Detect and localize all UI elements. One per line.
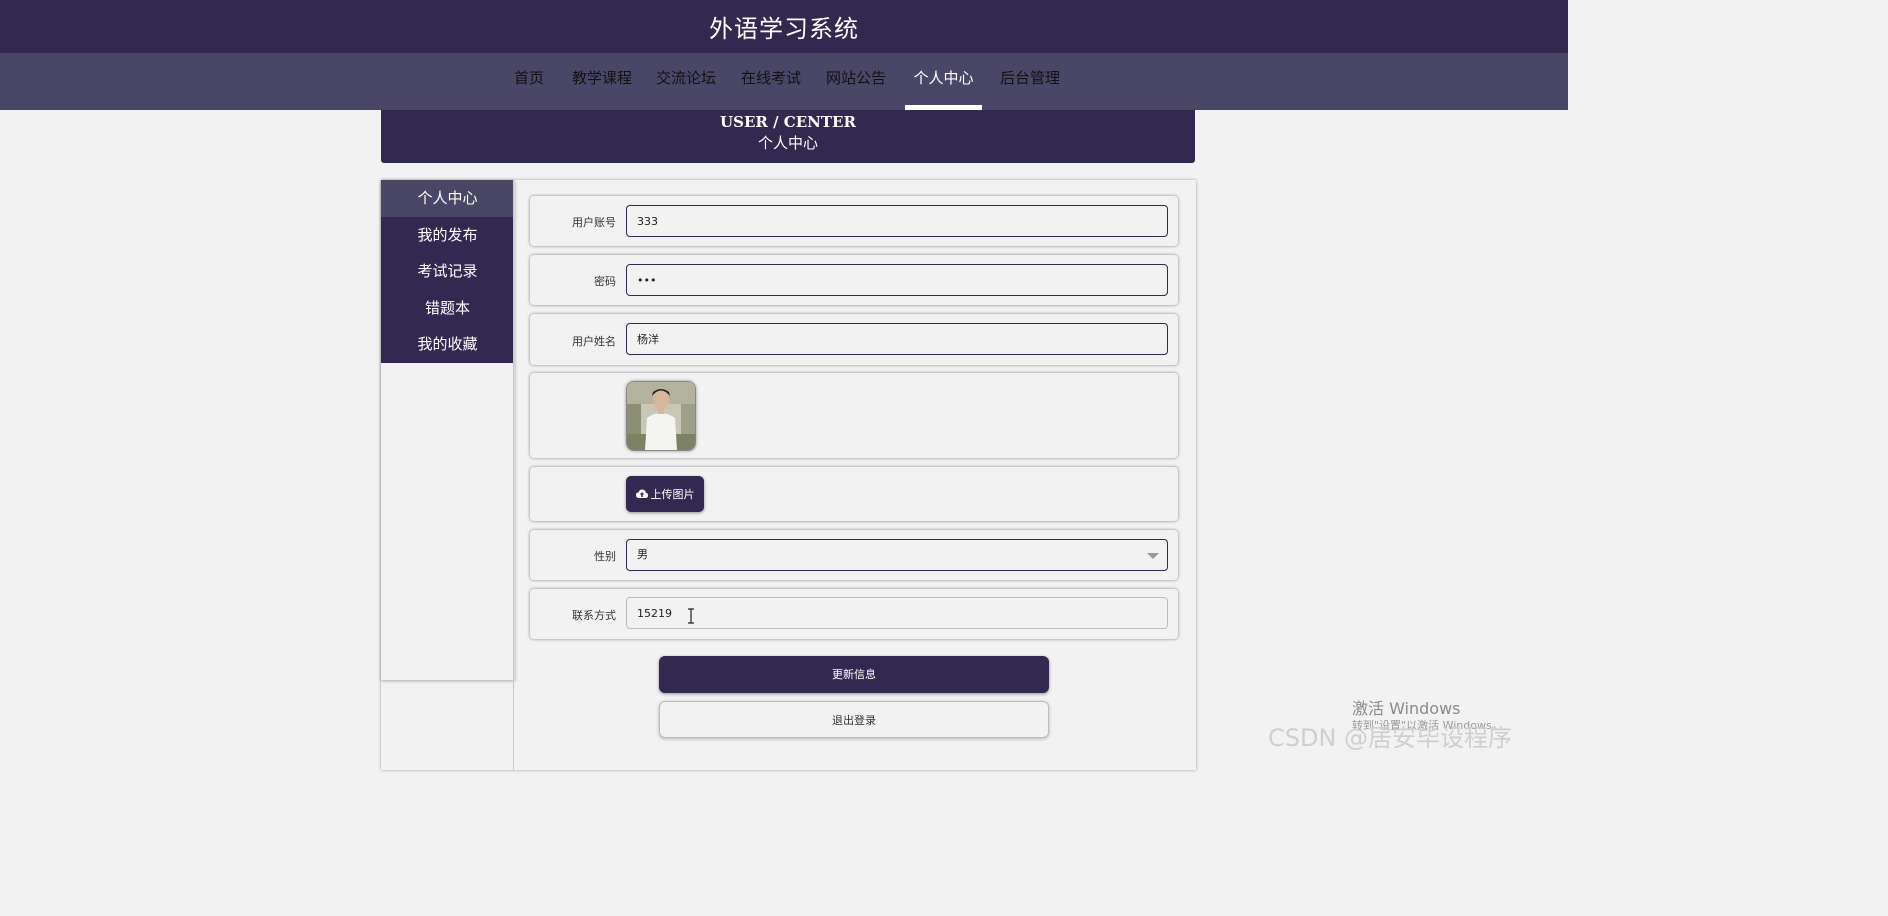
panel-divider <box>513 180 514 770</box>
contact-label: 联系方式 <box>572 609 616 622</box>
form-row-gender: 性别 男 <box>530 530 1178 580</box>
chevron-down-icon <box>1147 553 1159 559</box>
banner-title-cn: 个人中心 <box>757 134 818 152</box>
nav-announcements[interactable]: 网站公告 <box>820 53 892 110</box>
form-row-contact: 联系方式 <box>530 589 1178 639</box>
nav-user-center[interactable]: 个人中心 <box>905 53 982 110</box>
sidebar-item-wrong-questions[interactable]: 错题本 <box>381 290 514 327</box>
banner-title-en: USER / CENTER <box>720 113 856 131</box>
account-label: 用户账号 <box>572 216 616 229</box>
sidebar-menu: 个人中心 我的发布 考试记录 错题本 我的收藏 <box>381 180 514 363</box>
account-input[interactable] <box>626 205 1168 237</box>
cloud-upload-icon <box>635 489 648 498</box>
avatar-image[interactable] <box>626 381 696 451</box>
gender-select[interactable]: 男 <box>626 539 1168 571</box>
logout-button[interactable]: 退出登录 <box>659 701 1049 738</box>
main-nav: 首页 教学课程 交流论坛 在线考试 网站公告 个人中心 后台管理 <box>0 53 1568 110</box>
form-row-password: 密码 <box>530 255 1178 305</box>
upload-image-button[interactable]: 上传图片 <box>626 476 704 512</box>
form-row-account: 用户账号 <box>530 196 1178 246</box>
windows-activation-title: 激活 Windows <box>1352 699 1461 718</box>
nav-exam[interactable]: 在线考试 <box>735 53 807 110</box>
nav-home[interactable]: 首页 <box>505 53 553 110</box>
password-label: 密码 <box>594 275 616 288</box>
gender-value: 男 <box>637 548 648 561</box>
user-center-panel: 个人中心 我的发布 考试记录 错题本 我的收藏 用户账号 密码 用户姓名 <box>381 180 1196 770</box>
form-row-upload: 上传图片 <box>530 467 1178 521</box>
sidebar-item-favorites[interactable]: 我的收藏 <box>381 326 514 363</box>
password-input[interactable] <box>626 264 1168 296</box>
nav-courses[interactable]: 教学课程 <box>566 53 638 110</box>
nav-admin[interactable]: 后台管理 <box>994 53 1066 110</box>
form-row-name: 用户姓名 <box>530 314 1178 365</box>
gender-label: 性别 <box>594 550 616 563</box>
nav-forum[interactable]: 交流论坛 <box>650 53 722 110</box>
csdn-watermark: CSDN @居安毕设程序 <box>1268 724 1513 752</box>
app-title: 外语学习系统 <box>709 15 859 43</box>
app-title-bar: 外语学习系统 <box>0 0 1568 53</box>
upload-label: 上传图片 <box>650 488 695 501</box>
contact-input[interactable] <box>626 597 1168 629</box>
page-banner: USER / CENTER 个人中心 <box>381 110 1195 163</box>
name-input[interactable] <box>626 323 1168 355</box>
sidebar-item-my-posts[interactable]: 我的发布 <box>381 217 514 254</box>
text-cursor-icon <box>688 608 694 624</box>
update-info-button[interactable]: 更新信息 <box>659 656 1049 693</box>
sidebar-item-user-center[interactable]: 个人中心 <box>381 180 514 217</box>
form-row-avatar <box>530 373 1178 458</box>
sidebar: 个人中心 我的发布 考试记录 错题本 我的收藏 <box>381 180 515 680</box>
name-label: 用户姓名 <box>572 335 616 348</box>
sidebar-item-exam-records[interactable]: 考试记录 <box>381 253 514 290</box>
